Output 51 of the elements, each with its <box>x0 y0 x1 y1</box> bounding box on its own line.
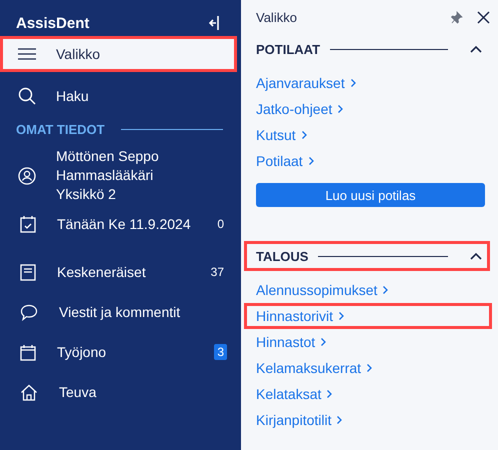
calendar-check-icon <box>20 215 36 233</box>
collapse-chevron-icon <box>470 252 482 260</box>
menu-link[interactable]: Kutsut <box>244 122 492 148</box>
count: 37 <box>210 264 225 280</box>
menu-link[interactable]: Kirjanpitotilit <box>244 407 492 433</box>
chevron-right-icon <box>308 156 315 166</box>
home-icon <box>20 384 38 400</box>
document-icon <box>20 264 36 280</box>
chevron-right-icon <box>350 78 357 88</box>
collapse-chevron-icon <box>470 45 482 53</box>
user-icon <box>18 166 36 184</box>
menu-link[interactable]: Ajanvaraukset <box>244 70 492 96</box>
chevron-right-icon <box>326 389 334 399</box>
menu-link[interactable]: Kelataksat <box>244 381 492 407</box>
panel-title: Valikko <box>256 10 298 24</box>
menu-link[interactable]: Alennussopimukset <box>244 277 492 303</box>
menu-link[interactable]: Jatko-ohjeet <box>244 96 492 122</box>
chevron-right-icon <box>320 337 328 347</box>
section-header[interactable]: POTILAAT <box>244 34 490 64</box>
chevron-right-icon <box>382 285 390 295</box>
close-icon[interactable] <box>477 10 490 24</box>
chevron-right-icon <box>300 130 308 140</box>
section-header[interactable]: TALOUS <box>244 241 490 271</box>
profile-text: Yksikkö 2 <box>56 185 117 204</box>
app-title: AssisDent <box>16 14 90 32</box>
menu-link[interactable]: Potilaat <box>244 148 492 174</box>
count: 0 <box>216 216 225 232</box>
menu-link[interactable]: Hinnastorivit <box>244 303 492 329</box>
nav-item[interactable]: Valikko <box>0 36 237 72</box>
profile-text: Hammaslääkäri <box>56 166 154 185</box>
search-icon <box>18 87 36 105</box>
collapse-icon[interactable] <box>209 15 219 31</box>
new-patient-button[interactable]: Luo uusi potilas <box>256 183 485 207</box>
speech-bubble-icon <box>20 304 38 320</box>
count: 3 <box>214 344 227 360</box>
profile-text: Möttönen Seppo <box>56 147 159 166</box>
chevron-right-icon <box>337 104 344 114</box>
pin-icon[interactable] <box>451 10 463 24</box>
menu-link[interactable]: Hinnastot <box>244 329 492 355</box>
nav-item[interactable]: Haku <box>0 78 237 114</box>
chevron-right-icon <box>336 415 344 425</box>
chevron-right-icon <box>338 311 346 321</box>
sidebar-item[interactable]: Työjono 3 <box>0 332 241 372</box>
menu-icon <box>18 48 36 60</box>
sidebar-item[interactable]: Viestit ja kommentit <box>0 292 241 332</box>
sidebar-item[interactable]: Keskeneräiset 37 <box>0 252 241 292</box>
chevron-right-icon <box>366 363 374 373</box>
sidebar-item[interactable]: Teuva <box>0 372 241 412</box>
sidebar-item[interactable]: Tänään Ke 11.9.2024 0 <box>0 204 241 244</box>
menu-link[interactable]: Kelamaksukerrat <box>244 355 492 381</box>
section-heading: OMAT TIEDOT <box>16 122 105 137</box>
